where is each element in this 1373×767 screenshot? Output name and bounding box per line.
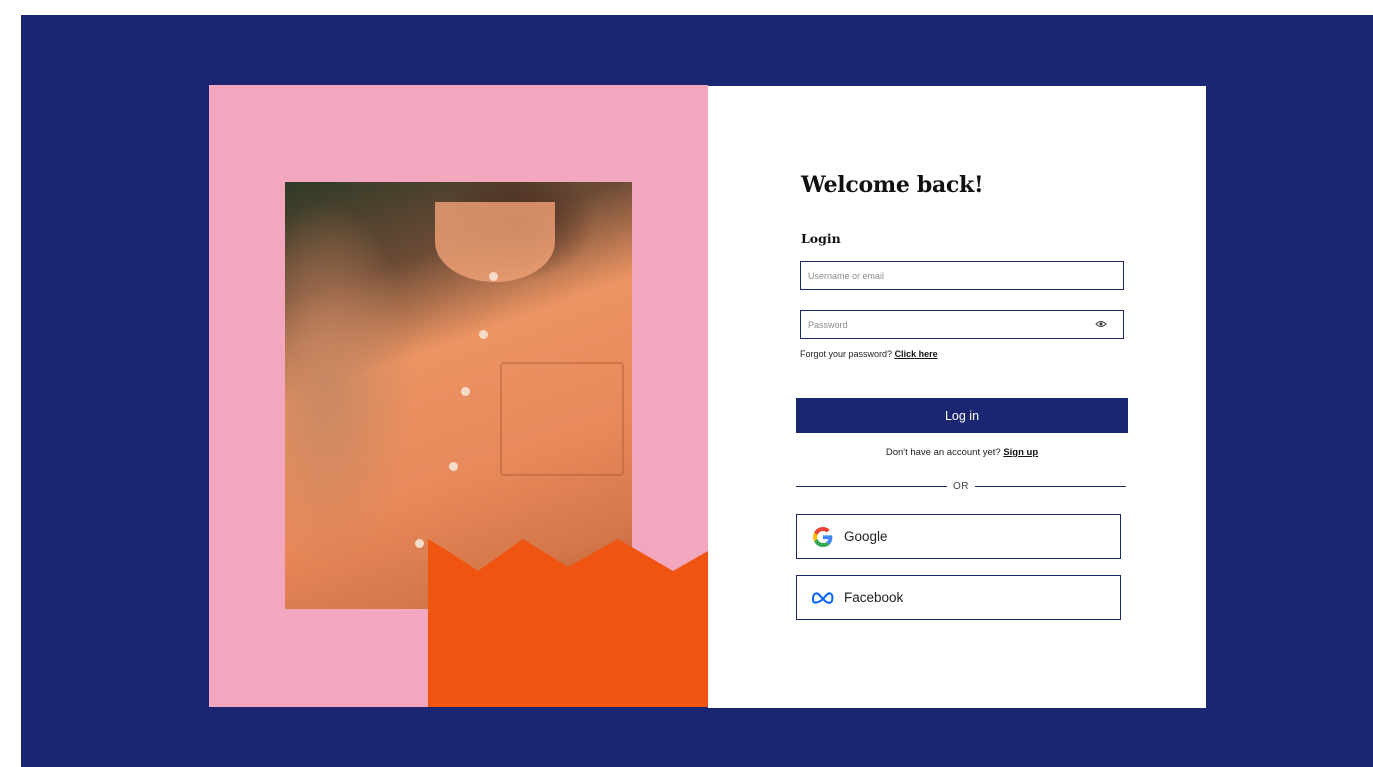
meta-icon [812, 587, 834, 609]
username-input[interactable] [801, 262, 1088, 289]
signup-link[interactable]: Sign up [1003, 447, 1038, 458]
login-subtitle: Login [801, 231, 841, 246]
signup-row: Don't have an account yet? Sign up [796, 447, 1128, 458]
divider-line-right [975, 485, 1126, 487]
divider-text: OR [953, 480, 969, 492]
welcome-title: Welcome back! [801, 172, 984, 198]
forgot-password-link[interactable]: Click here [895, 349, 938, 359]
google-login-button[interactable]: Google [796, 514, 1121, 559]
hero-panel [209, 85, 708, 707]
or-divider: OR [796, 478, 1126, 494]
facebook-login-button[interactable]: Facebook [796, 575, 1121, 620]
login-panel: Welcome back! Login Forgot your password… [708, 86, 1206, 708]
decorative-zigzag-shape [428, 539, 708, 707]
google-label: Google [844, 529, 888, 544]
signup-text: Don't have an account yet? [885, 447, 1001, 458]
divider-line-left [796, 485, 947, 487]
login-button[interactable]: Log in [796, 398, 1128, 433]
password-input[interactable] [801, 311, 1088, 338]
facebook-label: Facebook [844, 590, 904, 605]
username-field[interactable] [800, 261, 1124, 290]
forgot-password-text: Forgot your password? [800, 349, 893, 359]
eye-icon[interactable] [1095, 320, 1107, 328]
password-field[interactable] [800, 310, 1124, 339]
forgot-password-row: Forgot your password? Click here [800, 349, 938, 359]
google-icon [812, 526, 834, 548]
